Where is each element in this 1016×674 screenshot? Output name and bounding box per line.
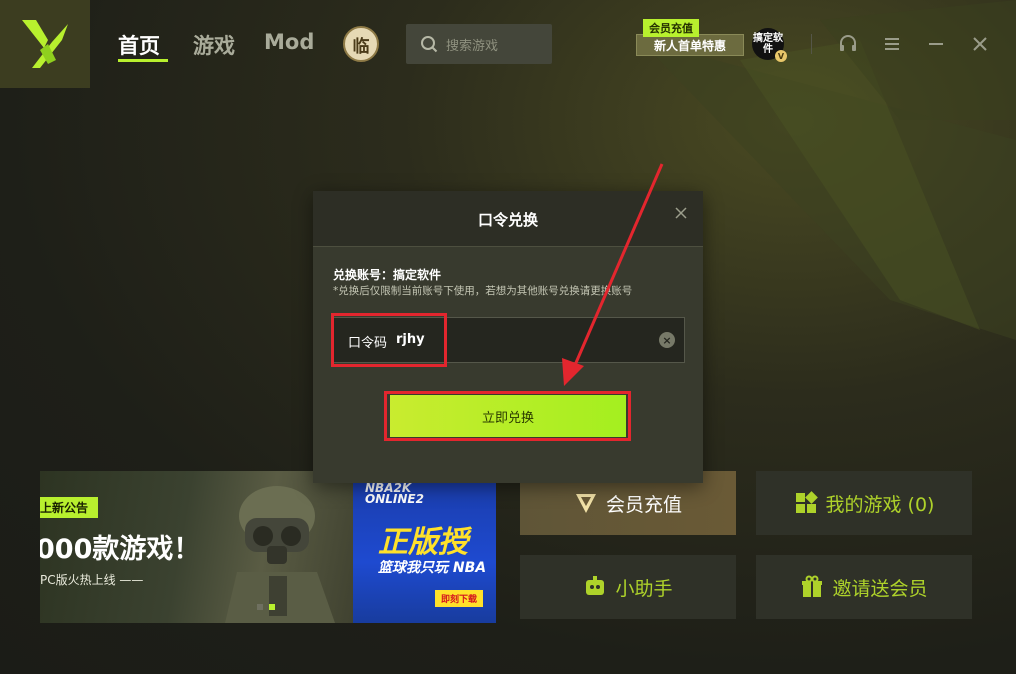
banner-tag: 上新公告: [40, 497, 99, 518]
banner-headline: 000款游戏！: [40, 534, 201, 565]
nav-mod[interactable]: Mod: [264, 30, 314, 54]
close-icon[interactable]: [673, 205, 689, 221]
vip-badge: V: [775, 50, 787, 62]
nav-home[interactable]: 首页: [118, 30, 160, 60]
toolbar-divider: [811, 34, 812, 54]
minimize-icon[interactable]: [926, 34, 946, 54]
temporary-badge[interactable]: 临: [343, 26, 379, 62]
button-highlight-box: [384, 391, 631, 441]
grid-icon: [795, 491, 818, 513]
nav-active-underline: [118, 59, 168, 62]
close-window-icon[interactable]: [970, 34, 990, 54]
redeem-account: 兑换账号：搞定软件: [333, 268, 442, 282]
search-placeholder: 搜索游戏: [446, 38, 499, 54]
vip-icon: [575, 494, 596, 513]
nba-title: 正版授: [378, 525, 468, 560]
red-arrow-annotation: [562, 163, 664, 386]
banner-slide-right: NBA2K ONLINE2 正版授 篮球我只玩 NBA 即刻下载: [353, 471, 496, 623]
headset-icon[interactable]: [838, 34, 858, 54]
news-carousel[interactable]: 上新公告 000款游戏！ PC版火热上线 —— NBA2K ONLINE2 正版…: [40, 471, 496, 623]
my-games-card[interactable]: 我的游戏 (0): [756, 471, 972, 535]
nba-subline: 篮球我只玩 NBA: [378, 560, 487, 576]
nba-logo: NBA2K ONLINE2: [365, 482, 424, 506]
code-highlight-box: [331, 313, 447, 367]
assistant-label: 小助手: [615, 577, 673, 600]
menu-icon[interactable]: [882, 34, 902, 54]
my-games-label: 我的游戏 (0): [825, 493, 935, 516]
promo-banner[interactable]: 新人首单特惠 会员充值: [636, 19, 746, 56]
nba-logo-bottom: ONLINE2: [365, 492, 424, 506]
invite-card[interactable]: 邀请送会员: [756, 555, 972, 619]
promo-tag: 会员充值: [643, 19, 699, 37]
carousel-dot-active[interactable]: [269, 604, 275, 610]
promo-text: 新人首单特惠: [636, 34, 744, 56]
vip-recharge-label: 会员充值: [605, 493, 682, 516]
carousel-dots: [257, 604, 275, 610]
gift-icon: [802, 575, 823, 597]
app-logo: [0, 0, 90, 88]
x-logo-icon: [22, 20, 68, 68]
carousel-dot[interactable]: [257, 604, 263, 610]
search-box[interactable]: 搜索游戏: [406, 24, 552, 64]
search-icon: [421, 36, 438, 53]
soldier-image: [225, 486, 335, 623]
banner-slide-left: 上新公告 000款游戏！ PC版火热上线 ——: [40, 471, 353, 623]
nav-games[interactable]: 游戏: [193, 30, 235, 60]
download-tag[interactable]: 即刻下载: [435, 590, 484, 607]
invite-label: 邀请送会员: [832, 577, 928, 600]
assistant-card[interactable]: 小助手: [520, 555, 736, 619]
banner-subtitle: PC版火热上线 ——: [40, 573, 144, 587]
robot-icon: [586, 576, 605, 595]
